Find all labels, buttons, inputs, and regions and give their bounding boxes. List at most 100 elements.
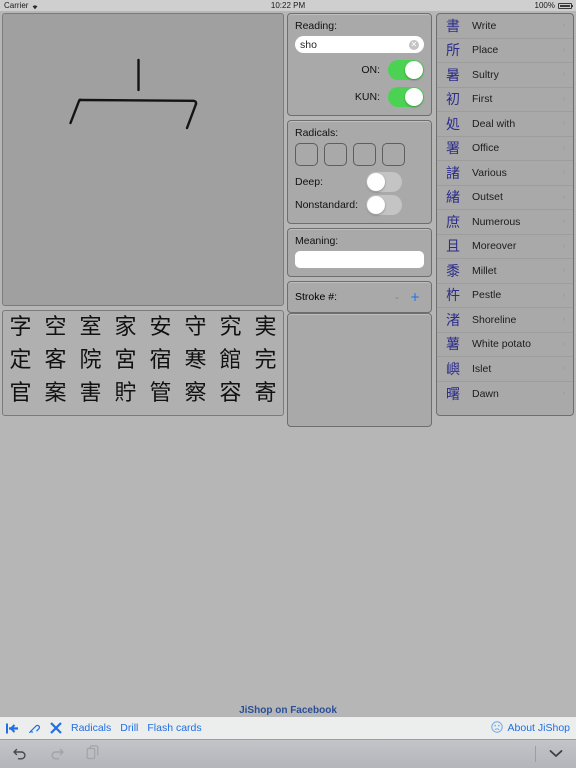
kanji-cell[interactable]: 空 bbox=[38, 311, 73, 344]
kanji-cell[interactable]: 寄 bbox=[248, 377, 283, 410]
clear-icon[interactable]: ✕ bbox=[409, 39, 419, 50]
list-item[interactable]: 薯 White potato › bbox=[437, 333, 573, 357]
radical-slot[interactable] bbox=[353, 143, 376, 166]
kanji-cell[interactable]: 家 bbox=[108, 311, 143, 344]
kanji-cell[interactable]: 完 bbox=[248, 344, 283, 377]
list-item[interactable]: 暑 Sultry › bbox=[437, 63, 573, 88]
list-item[interactable]: 諸 Various › bbox=[437, 161, 573, 186]
chevron-down-icon[interactable] bbox=[548, 748, 564, 761]
chevron-right-icon: › bbox=[562, 388, 566, 400]
chevron-right-icon: › bbox=[562, 363, 566, 375]
list-item[interactable]: 署 Office › bbox=[437, 137, 573, 161]
toolbar-icons bbox=[6, 722, 62, 734]
list-item-kanji: 署 bbox=[446, 141, 460, 158]
stroke-decrement-button[interactable]: - bbox=[388, 291, 406, 304]
kanji-cell[interactable]: 察 bbox=[178, 377, 213, 410]
on-toggle[interactable] bbox=[388, 60, 424, 80]
list-item[interactable]: 書 Write › bbox=[437, 14, 573, 39]
list-item-meaning: Deal with bbox=[472, 117, 516, 130]
facebook-link[interactable]: JiShop on Facebook bbox=[0, 705, 576, 716]
kanji-cell[interactable]: 字 bbox=[3, 311, 38, 344]
redo-icon[interactable] bbox=[49, 746, 65, 763]
kanji-cell[interactable]: 官 bbox=[3, 377, 38, 410]
list-item-meaning: First bbox=[472, 93, 493, 106]
list-item[interactable]: 庶 Numerous › bbox=[437, 210, 573, 235]
handwriting-canvas[interactable] bbox=[2, 13, 284, 306]
kanji-cell[interactable]: 究 bbox=[213, 311, 248, 344]
radical-slot[interactable] bbox=[382, 143, 405, 166]
results-list[interactable]: 書 Write › 所 Place › 暑 Sultry › 初 First ›… bbox=[436, 13, 574, 416]
kun-reading-row: KUN: bbox=[295, 87, 424, 107]
radical-slots bbox=[295, 143, 424, 166]
flash-cards-button[interactable]: Flash cards bbox=[147, 722, 201, 734]
kanji-cell[interactable]: 宮 bbox=[108, 344, 143, 377]
chevron-right-icon: › bbox=[562, 265, 566, 277]
nonstandard-row: Nonstandard: bbox=[295, 195, 424, 215]
kanji-row: 字 空 室 家 安 守 究 実 bbox=[3, 311, 283, 344]
list-item[interactable]: 曙 Dawn › bbox=[437, 382, 573, 407]
kanji-cell[interactable]: 館 bbox=[213, 344, 248, 377]
meaning-input[interactable] bbox=[295, 251, 424, 268]
chevron-right-icon: › bbox=[562, 118, 566, 130]
list-item[interactable]: 処 Deal with › bbox=[437, 112, 573, 137]
kanji-cell[interactable]: 定 bbox=[3, 344, 38, 377]
kanji-cell[interactable]: 守 bbox=[178, 311, 213, 344]
list-item[interactable]: 所 Place › bbox=[437, 39, 573, 63]
kanji-row: 官 案 害 貯 管 察 容 寄 bbox=[3, 377, 283, 410]
keyboard-accessory-bar bbox=[0, 739, 576, 768]
list-item-kanji: 且 bbox=[446, 239, 460, 256]
list-item[interactable]: 渚 Shoreline › bbox=[437, 308, 573, 333]
list-item-kanji: 暑 bbox=[446, 67, 460, 84]
deep-row: Deep: bbox=[295, 172, 424, 192]
kanji-cell[interactable]: 室 bbox=[73, 311, 108, 344]
chevron-right-icon: › bbox=[562, 20, 566, 32]
kanji-cell[interactable]: 管 bbox=[143, 377, 178, 410]
kanji-cell[interactable]: 実 bbox=[248, 311, 283, 344]
radicals-button[interactable]: Radicals bbox=[71, 722, 111, 734]
kanji-results-grid[interactable]: 字 空 室 家 安 守 究 実 定 客 院 宮 宿 寒 館 完 官 案 害 貯 … bbox=[2, 310, 284, 416]
list-item[interactable]: 黍 Millet › bbox=[437, 259, 573, 284]
status-time: 10:22 PM bbox=[270, 1, 306, 10]
reading-input[interactable]: sho ✕ bbox=[295, 36, 424, 53]
kanji-cell[interactable]: 安 bbox=[143, 311, 178, 344]
divider bbox=[535, 746, 536, 762]
list-item-meaning: Dawn bbox=[472, 387, 499, 400]
kanji-cell[interactable]: 客 bbox=[38, 344, 73, 377]
drill-button[interactable]: Drill bbox=[120, 722, 138, 734]
list-item[interactable]: 緒 Outset › bbox=[437, 186, 573, 210]
stroke-increment-button[interactable]: + bbox=[406, 290, 424, 304]
chevron-right-icon: › bbox=[562, 191, 566, 203]
list-item-kanji: 黍 bbox=[446, 263, 460, 280]
kanji-cell[interactable]: 院 bbox=[73, 344, 108, 377]
backspace-icon[interactable] bbox=[6, 723, 19, 734]
list-item-kanji: 所 bbox=[446, 43, 460, 60]
list-item-meaning: Various bbox=[472, 166, 507, 179]
chevron-right-icon: › bbox=[562, 69, 566, 81]
nonstandard-toggle[interactable] bbox=[366, 195, 402, 215]
stroke-count-label: Stroke #: bbox=[295, 291, 338, 303]
kanji-cell[interactable]: 寒 bbox=[178, 344, 213, 377]
paste-icon[interactable] bbox=[86, 745, 100, 763]
clear-x-icon[interactable] bbox=[50, 722, 62, 734]
kanji-cell[interactable]: 害 bbox=[73, 377, 108, 410]
kanji-cell[interactable]: 貯 bbox=[108, 377, 143, 410]
list-item[interactable]: 初 First › bbox=[437, 88, 573, 112]
undo-icon[interactable] bbox=[12, 746, 28, 763]
kanji-cell[interactable]: 宿 bbox=[143, 344, 178, 377]
about-jishop-button[interactable]: About JiShop bbox=[490, 720, 570, 736]
list-item[interactable]: 且 Moreover › bbox=[437, 235, 573, 259]
handwriting-strokes bbox=[69, 58, 198, 130]
kanji-cell[interactable]: 容 bbox=[213, 377, 248, 410]
kun-toggle[interactable] bbox=[388, 87, 424, 107]
eraser-icon[interactable] bbox=[28, 722, 41, 734]
kanji-cell[interactable]: 案 bbox=[38, 377, 73, 410]
list-item[interactable]: 杵 Pestle › bbox=[437, 284, 573, 308]
battery-icon bbox=[558, 2, 573, 9]
list-item-meaning: Sultry bbox=[472, 68, 499, 81]
battery-percent: 100% bbox=[534, 1, 555, 10]
list-item[interactable]: 嶼 Islet › bbox=[437, 357, 573, 382]
deep-toggle[interactable] bbox=[366, 172, 402, 192]
radical-slot[interactable] bbox=[324, 143, 347, 166]
radical-slot[interactable] bbox=[295, 143, 318, 166]
list-item-kanji: 緒 bbox=[446, 190, 460, 207]
